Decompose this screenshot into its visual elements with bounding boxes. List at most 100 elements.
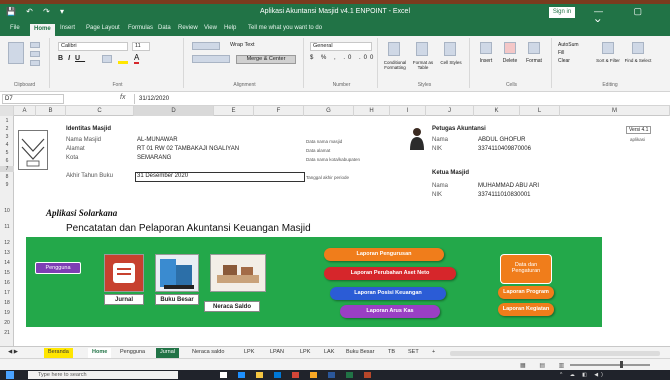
- font-size-select[interactable]: 11: [132, 42, 150, 51]
- column-header[interactable]: L: [520, 106, 560, 116]
- name-box[interactable]: D7: [2, 94, 64, 104]
- font-color-icon[interactable]: A: [134, 53, 140, 64]
- mail-icon[interactable]: [292, 372, 299, 378]
- select-all-corner[interactable]: [0, 106, 14, 116]
- paste-icon[interactable]: [8, 42, 24, 64]
- row-header[interactable]: 1: [0, 118, 14, 124]
- merge-center-button[interactable]: Merge & Center: [236, 55, 296, 64]
- row-header[interactable]: 5: [0, 150, 14, 156]
- tell-me-search[interactable]: Tell me what you want to do: [248, 25, 322, 31]
- row-header[interactable]: 2: [0, 126, 14, 132]
- identity-value[interactable]: 31 Desember 2020: [137, 173, 188, 179]
- fill-button[interactable]: Fill: [558, 50, 564, 56]
- jurnal-tile[interactable]: [104, 254, 144, 292]
- column-header[interactable]: J: [426, 106, 474, 116]
- sign-in-button[interactable]: Sign in: [549, 7, 575, 18]
- sheet-tab-buku-besar[interactable]: Buku Besar: [342, 348, 378, 358]
- laporan-kegiatan-button[interactable]: Laporan Kegiatan: [498, 303, 554, 316]
- borders-icon[interactable]: [102, 55, 112, 63]
- row-header[interactable]: 14: [0, 260, 14, 266]
- align-top-icon[interactable]: [192, 42, 220, 50]
- font-name-select[interactable]: Calibri: [58, 42, 128, 51]
- row-header[interactable]: 20: [0, 320, 14, 326]
- identity-value[interactable]: RT 01 RW 02 TAMBAKAJI NGALIYAN: [137, 146, 239, 152]
- row-header[interactable]: 9: [0, 182, 14, 188]
- laporan-pengurusan-button[interactable]: Laporan Pengurusan: [324, 248, 444, 261]
- officer-value[interactable]: MUHAMMAD ABU ARI: [478, 183, 539, 189]
- view-buttons[interactable]: ▦ ▤ ▥: [520, 362, 570, 369]
- horizontal-scrollbar[interactable]: [450, 351, 660, 356]
- sheet-tab[interactable]: LPK: [240, 348, 258, 358]
- data-pengaturan-button[interactable]: Data dan Pengaturan: [500, 254, 552, 284]
- tab-review[interactable]: Review: [178, 25, 198, 31]
- excel-icon[interactable]: [346, 372, 353, 378]
- cell-styles-icon[interactable]: [444, 42, 456, 56]
- sheet-tab[interactable]: TB: [384, 348, 399, 358]
- zoom-slider-thumb[interactable]: [620, 361, 623, 368]
- column-header[interactable]: H: [354, 106, 390, 116]
- bold-italic-underline[interactable]: BIU: [58, 55, 85, 62]
- sort-filter-icon[interactable]: [602, 42, 614, 54]
- formula-input[interactable]: 31/12/2020: [134, 94, 666, 104]
- delete-cells-icon[interactable]: [504, 42, 516, 54]
- add-sheet-button[interactable]: +: [428, 348, 439, 358]
- sheet-tab[interactable]: LPAN: [266, 348, 288, 358]
- sheet-tab[interactable]: LAK: [320, 348, 338, 358]
- pengguna-button[interactable]: Pengguna: [35, 262, 81, 274]
- word-icon[interactable]: [328, 372, 335, 378]
- sheet-tab[interactable]: LPK: [296, 348, 314, 358]
- row-header[interactable]: 8: [0, 174, 14, 180]
- column-header[interactable]: F: [254, 106, 304, 116]
- format-as-table-icon[interactable]: [416, 42, 428, 56]
- sheet-tab[interactable]: SET: [404, 348, 423, 358]
- row-header[interactable]: 4: [0, 142, 14, 148]
- tab-help[interactable]: Help: [224, 25, 236, 31]
- tab-formulas[interactable]: Formulas: [128, 25, 153, 31]
- windows-start-icon[interactable]: [6, 371, 14, 379]
- format-painter-icon[interactable]: [30, 60, 40, 66]
- row-header[interactable]: 7: [0, 166, 14, 172]
- sheet-tab-neraca-saldo[interactable]: Neraca saldo: [188, 348, 228, 358]
- format-cells-icon[interactable]: [528, 42, 540, 54]
- officer-value[interactable]: ABDUL GHOFUR: [478, 137, 525, 143]
- neraca-saldo-tile[interactable]: [210, 254, 266, 292]
- buku-besar-label[interactable]: Buku Besar: [155, 294, 199, 305]
- powerpoint-icon[interactable]: [364, 372, 371, 378]
- laporan-arus-kas-button[interactable]: Laporan Arus Kas: [340, 305, 440, 318]
- row-header[interactable]: 11: [0, 224, 14, 230]
- row-header[interactable]: 19: [0, 310, 14, 316]
- column-header[interactable]: G: [304, 106, 354, 116]
- taskbar-search[interactable]: Type here to search: [28, 371, 178, 379]
- insert-cells-icon[interactable]: [480, 42, 492, 54]
- identity-value[interactable]: AL-MUNAWAR: [137, 137, 178, 143]
- edge-icon[interactable]: [238, 372, 245, 378]
- column-header[interactable]: C: [66, 106, 134, 116]
- column-header[interactable]: D: [134, 106, 214, 116]
- column-header[interactable]: A: [14, 106, 36, 116]
- file-explorer-icon[interactable]: [256, 372, 263, 378]
- laporan-perubahan-aset-neto-button[interactable]: Laporan Perubahan Aset Neto: [324, 267, 456, 280]
- sheet-tab-pengguna[interactable]: Pengguna: [116, 348, 149, 358]
- find-select-icon[interactable]: [632, 42, 644, 54]
- row-header[interactable]: 17: [0, 290, 14, 296]
- store-icon[interactable]: [274, 372, 281, 378]
- row-header[interactable]: 10: [0, 208, 14, 214]
- autosum-button[interactable]: AutoSum: [558, 42, 579, 48]
- wrap-text-button[interactable]: Wrap Text: [230, 42, 255, 48]
- column-header[interactable]: M: [560, 106, 670, 116]
- tab-data[interactable]: Data: [158, 25, 171, 31]
- clear-button[interactable]: Clear: [558, 58, 570, 64]
- column-header[interactable]: B: [36, 106, 66, 116]
- row-header[interactable]: 15: [0, 270, 14, 276]
- fx-icon[interactable]: fx: [120, 94, 125, 101]
- row-header[interactable]: 18: [0, 300, 14, 306]
- column-header[interactable]: K: [474, 106, 520, 116]
- tab-file[interactable]: File: [10, 25, 20, 31]
- sheet-tab-jurnal[interactable]: Jurnal: [156, 348, 179, 358]
- laporan-posisi-keuangan-button[interactable]: Laporan Posisi Keuangan: [330, 287, 446, 300]
- neraca-saldo-label[interactable]: Neraca Saldo: [204, 301, 260, 312]
- jurnal-label[interactable]: Jurnal: [104, 294, 144, 305]
- conditional-formatting-icon[interactable]: [388, 42, 400, 56]
- column-header[interactable]: E: [214, 106, 254, 116]
- identity-value[interactable]: SEMARANG: [137, 155, 171, 161]
